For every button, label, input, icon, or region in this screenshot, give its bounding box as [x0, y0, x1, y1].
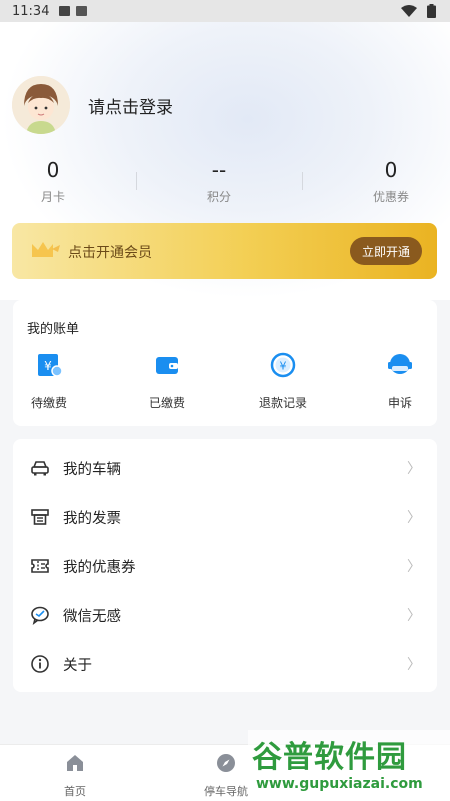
- menu-item-label: 我的优惠券: [63, 559, 136, 576]
- login-prompt[interactable]: 请点击登录: [88, 93, 173, 118]
- menu-item-about[interactable]: 关于 〉: [13, 640, 437, 688]
- crown-icon: [32, 242, 60, 257]
- stat-coupons[interactable]: 0 优惠券: [351, 158, 431, 205]
- menu-item-label: 我的发票: [63, 510, 121, 527]
- divider: [136, 172, 137, 190]
- stat-value: 0: [46, 158, 60, 182]
- stat-monthly-card[interactable]: 0 月卡: [13, 158, 93, 205]
- stat-label: 优惠券: [372, 190, 409, 204]
- menu-item-coupons[interactable]: 我的优惠券 〉: [13, 542, 437, 590]
- refund-icon: ¥: [270, 352, 296, 378]
- bill-title: 我的账单: [27, 322, 80, 337]
- menu-item-invoices[interactable]: 我的发票 〉: [13, 493, 437, 541]
- vip-banner[interactable]: 点击开通会员 立即开通: [12, 223, 437, 279]
- invoice-icon: [31, 509, 49, 525]
- chevron-right-icon: 〉: [407, 461, 421, 477]
- svg-text:¥: ¥: [44, 359, 52, 373]
- watermark-url: www.gupuxiazai.com: [256, 776, 423, 792]
- chevron-right-icon: 〉: [407, 559, 421, 575]
- bill-item-paid[interactable]: 已缴费: [127, 352, 207, 411]
- stats-row: 0 月卡 -- 积分 0 优惠券: [0, 158, 450, 208]
- svg-text:¥: ¥: [280, 360, 287, 373]
- activate-vip-button[interactable]: 立即开通: [350, 237, 422, 265]
- bill-item-appeal[interactable]: 申诉: [360, 352, 440, 411]
- a-notification-icon: [76, 6, 88, 16]
- chevron-right-icon: 〉: [407, 510, 421, 526]
- tab-label: 首页: [64, 785, 86, 798]
- stat-label: 积分: [206, 190, 231, 204]
- bill-item-label: 申诉: [387, 396, 412, 410]
- status-time: 11:34: [12, 3, 50, 19]
- menu-item-vehicles[interactable]: 我的车辆 〉: [13, 444, 437, 492]
- tab-home[interactable]: 首页: [35, 753, 115, 799]
- image-notification-icon: [59, 6, 71, 16]
- avatar-illustration: [12, 76, 70, 134]
- menu-item-label: 我的车辆: [63, 461, 121, 478]
- menu-item-wechat[interactable]: 微信无感 〉: [13, 591, 437, 639]
- pending-payment-icon: ¥: [38, 354, 63, 377]
- compass-icon: [217, 754, 235, 772]
- battery-icon: [427, 4, 436, 18]
- bill-item-refund[interactable]: ¥ 退款记录: [243, 352, 323, 411]
- stat-label: 月卡: [40, 190, 65, 204]
- menu-card: 我的车辆 〉 我的发票 〉 我的优惠券 〉 微信无感 〉 关于 〉: [13, 439, 437, 692]
- coupon-icon: [31, 559, 49, 573]
- home-icon: [67, 755, 83, 771]
- bill-card: 我的账单 ¥ 待缴费 已缴费 ¥ 退款记录 申诉: [13, 300, 437, 426]
- car-icon: [31, 461, 49, 476]
- watermark-title: 谷普软件园: [252, 740, 407, 775]
- stat-value: --: [211, 158, 227, 182]
- wallet-icon: [156, 357, 178, 374]
- info-icon: [31, 655, 49, 673]
- status-bar: 11:34: [0, 0, 450, 22]
- avatar[interactable]: [12, 76, 70, 134]
- chevron-right-icon: 〉: [407, 657, 421, 673]
- watermark: 谷普软件园 www.gupuxiazai.com: [248, 730, 450, 800]
- menu-item-label: 微信无感: [63, 608, 121, 625]
- stat-value: 0: [384, 158, 398, 182]
- wechat-icon: [31, 606, 49, 625]
- chevron-right-icon: 〉: [407, 608, 421, 624]
- bill-item-label: 退款记录: [258, 396, 307, 410]
- wifi-icon: [401, 5, 417, 17]
- vip-text: 点击开通会员: [68, 245, 152, 261]
- menu-item-label: 关于: [63, 657, 92, 674]
- divider: [302, 172, 303, 190]
- bill-item-pending[interactable]: ¥ 待缴费: [9, 352, 89, 411]
- bill-item-label: 已缴费: [148, 396, 185, 410]
- support-icon: [388, 354, 412, 374]
- bill-item-label: 待缴费: [30, 396, 67, 410]
- stat-points[interactable]: -- 积分: [179, 158, 259, 205]
